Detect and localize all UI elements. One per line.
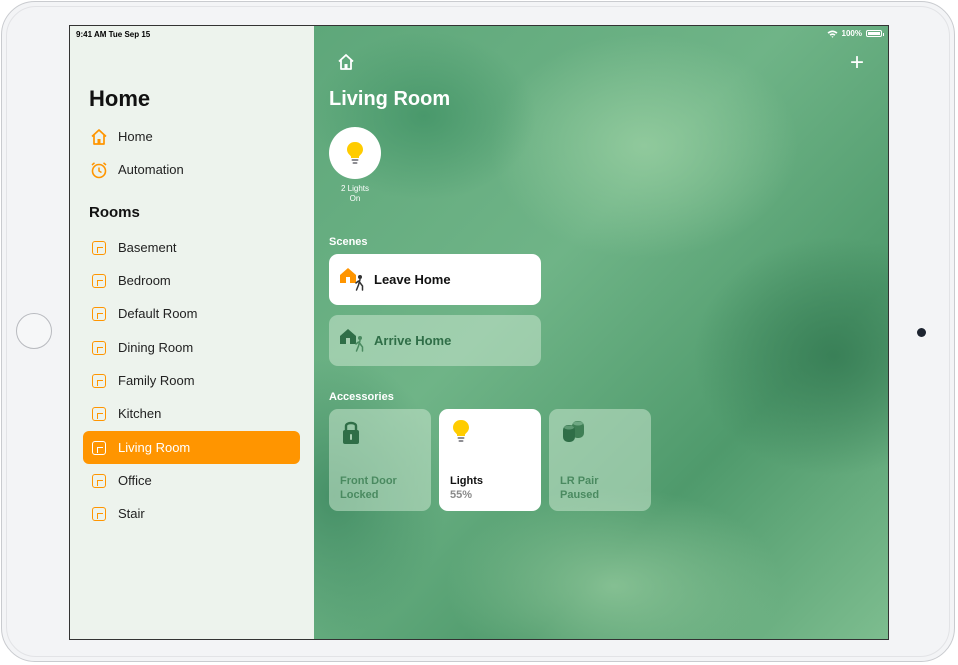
room-icon: [92, 507, 106, 521]
lock-icon: [343, 421, 359, 444]
screen: 9:41 AM Tue Sep 15 100% Home Home Automa…: [69, 25, 889, 640]
lightbulb-icon: [453, 420, 469, 442]
plus-icon[interactable]: +: [850, 49, 864, 77]
scene-label: Leave Home: [374, 272, 451, 287]
speaker-pair-icon: [563, 421, 584, 442]
scene-arrive-home[interactable]: Arrive Home: [329, 315, 541, 366]
room-icon: [92, 241, 106, 255]
accessory-state: Paused: [560, 489, 600, 501]
accessory-front-door[interactable]: Front Door Locked: [329, 409, 431, 511]
accessories-header: Accessories: [329, 391, 394, 403]
sidebar-item-label: Basement: [118, 240, 177, 255]
battery-icon: [866, 30, 884, 37]
accessory-lights[interactable]: Lights 55%: [439, 409, 541, 511]
sidebar-item-label: Living Room: [118, 440, 191, 455]
main-pane: + Living Room 2 Lights On Scenes Leave Ho…: [314, 26, 888, 639]
sidebar-item-label: Home: [118, 129, 153, 144]
accessory-lr-pair[interactable]: LR Pair Paused: [549, 409, 651, 511]
room-icon: [92, 407, 106, 421]
sidebar-item-automation[interactable]: Automation: [83, 153, 300, 186]
lightbulb-icon: [347, 142, 363, 164]
sidebar-item-bedroom[interactable]: Bedroom: [83, 264, 300, 297]
house-icon[interactable]: [336, 52, 356, 72]
status-bubble-label: 2 Lights On: [340, 184, 370, 203]
page-title: Living Room: [329, 88, 451, 110]
sidebar-item-kitchen[interactable]: Kitchen: [83, 397, 300, 430]
sidebar-item-basement[interactable]: Basement: [83, 231, 300, 264]
sidebar-item-dining-room[interactable]: Dining Room: [83, 331, 300, 364]
house-icon: [91, 129, 107, 145]
sidebar-item-office[interactable]: Office: [83, 464, 300, 497]
status-bar: 9:41 AM Tue Sep 15 100%: [70, 26, 888, 44]
scene-label: Arrive Home: [374, 333, 452, 348]
battery-percent: 100%: [841, 29, 862, 38]
room-icon: [92, 307, 106, 321]
leave-home-icon: [340, 268, 364, 291]
sidebar-item-family-room[interactable]: Family Room: [83, 364, 300, 397]
sidebar-item-label: Family Room: [118, 373, 195, 388]
room-icon: [92, 474, 106, 488]
status-time: 9:41 AM Tue Sep 15: [76, 30, 151, 39]
front-camera: [917, 328, 926, 337]
sidebar-item-label: Kitchen: [118, 406, 162, 421]
scenes-header: Scenes: [329, 236, 368, 248]
sidebar-item-label: Default Room: [118, 306, 198, 321]
sidebar: Home Home Automation Rooms Basement Bedr…: [70, 26, 314, 639]
rooms-header: Rooms: [89, 204, 140, 221]
status-right: 100%: [827, 29, 884, 38]
sidebar-item-stair[interactable]: Stair: [83, 497, 300, 530]
accessory-name: LR Pair: [560, 475, 599, 487]
scene-leave-home[interactable]: Leave Home: [329, 254, 541, 305]
sidebar-item-label: Automation: [118, 162, 184, 177]
accessory-name: Front Door: [340, 475, 397, 487]
sidebar-item-default-room[interactable]: Default Room: [83, 297, 300, 330]
sidebar-item-label: Stair: [118, 506, 145, 521]
sidebar-title: Home: [89, 86, 151, 111]
room-icon: [92, 441, 106, 455]
wifi-icon: [827, 30, 838, 38]
clock-icon: [91, 162, 107, 179]
room-icon: [92, 274, 106, 288]
room-icon: [92, 341, 106, 355]
sidebar-item-label: Bedroom: [118, 273, 171, 288]
home-hardware-button[interactable]: [16, 313, 52, 349]
accessory-state: Locked: [340, 489, 379, 501]
accessory-state: 55%: [450, 489, 473, 501]
sidebar-item-home[interactable]: Home: [83, 120, 300, 153]
accessory-name: Lights: [450, 475, 483, 487]
sidebar-item-label: Office: [118, 473, 152, 488]
arrive-home-icon: [340, 329, 364, 352]
sidebar-item-living-room[interactable]: Living Room: [83, 431, 300, 464]
sidebar-item-label: Dining Room: [118, 340, 194, 355]
lights-status-bubble[interactable]: [329, 127, 381, 179]
room-icon: [92, 374, 106, 388]
